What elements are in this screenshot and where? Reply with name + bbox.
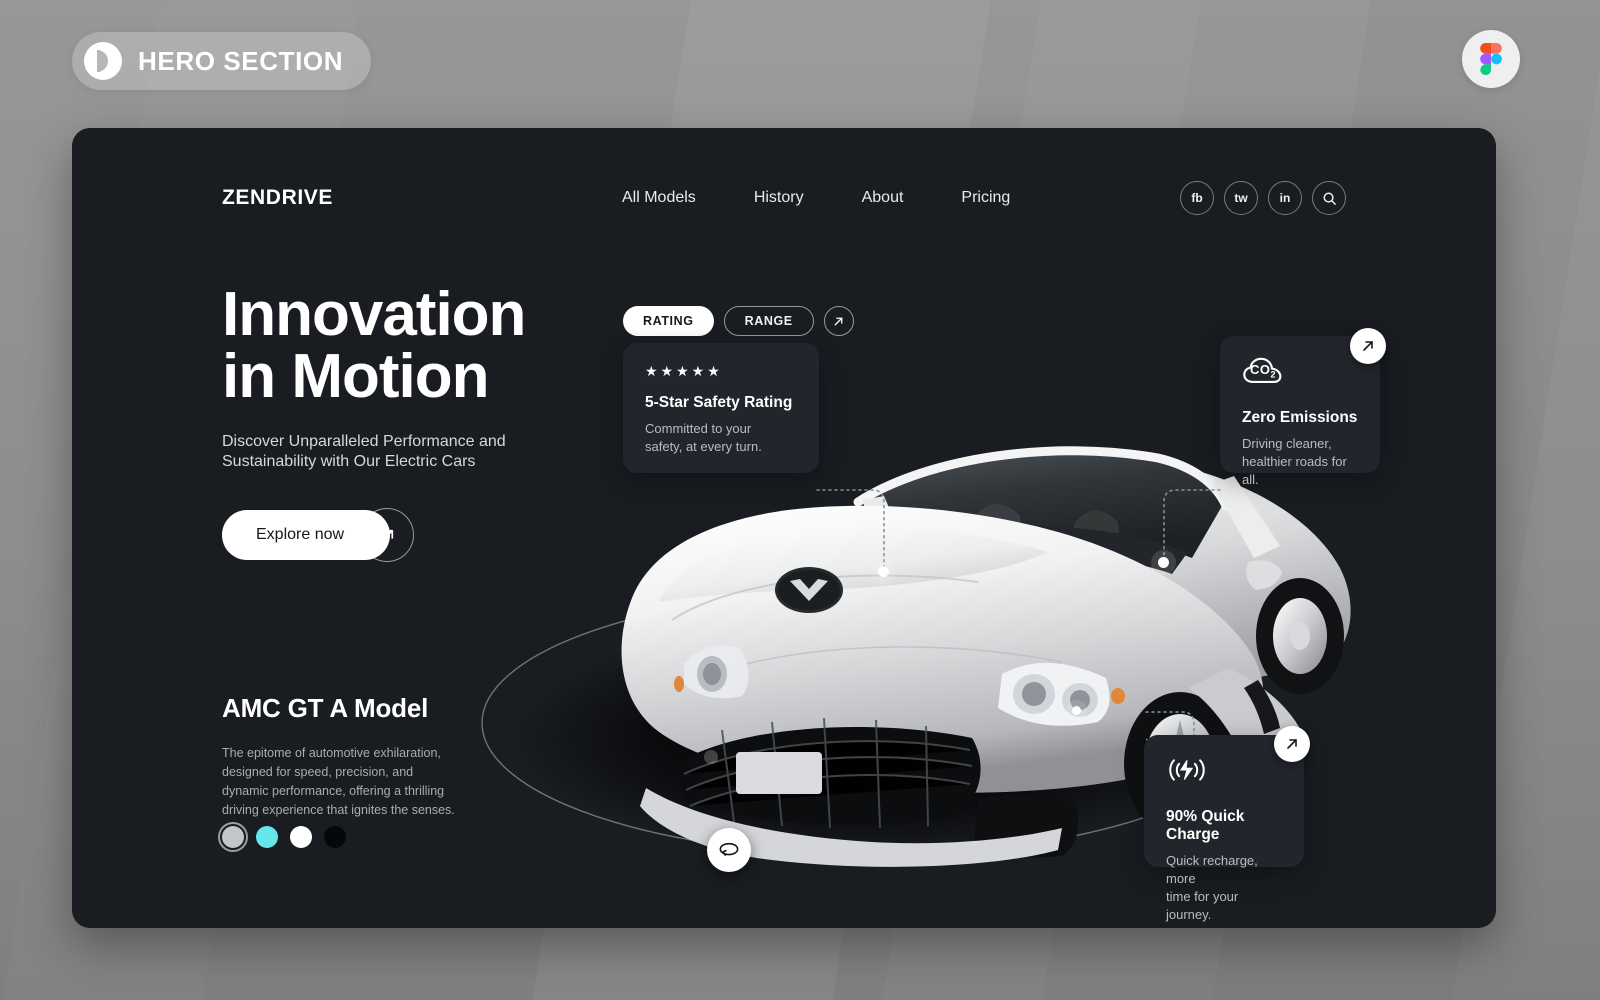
hero-section-badge: HERO SECTION bbox=[72, 32, 372, 90]
card-emissions-title: Zero Emissions bbox=[1242, 409, 1358, 426]
card-safety-rating[interactable]: ★★★★★ 5-Star Safety Rating Committed to … bbox=[623, 343, 819, 473]
hotspot-node-roof[interactable] bbox=[1158, 557, 1169, 568]
card-charge-body-line-2: time for your journey. bbox=[1166, 888, 1239, 922]
search-icon[interactable] bbox=[1312, 181, 1346, 215]
color-swatches bbox=[218, 822, 346, 852]
nav-link-pricing[interactable]: Pricing bbox=[961, 189, 1010, 207]
hero-subtitle: Discover Unparalleled Performance and Su… bbox=[222, 433, 506, 470]
figma-logo-icon[interactable] bbox=[1462, 30, 1520, 88]
card-charge-arrow-button[interactable] bbox=[1274, 726, 1310, 762]
color-swatch-silver[interactable] bbox=[218, 822, 248, 852]
card-safety-title: 5-Star Safety Rating bbox=[645, 394, 793, 411]
nav-links: All Models History About Pricing bbox=[622, 189, 1010, 207]
wireless-charge-bolt-icon bbox=[1166, 755, 1282, 790]
explore-now-label[interactable]: Explore now bbox=[222, 510, 391, 560]
hero-title-line-2: in Motion bbox=[222, 342, 489, 411]
rotate-360-icon[interactable] bbox=[707, 828, 751, 872]
model-name: AMC GT A Model bbox=[222, 693, 429, 723]
toggle-rating[interactable]: RATING bbox=[623, 306, 714, 336]
metric-toggle-group: RATING RANGE bbox=[623, 306, 854, 336]
card-charge-body: Quick recharge, more time for your journ… bbox=[1166, 852, 1282, 924]
explore-now-button[interactable]: Explore now bbox=[222, 508, 415, 562]
toggle-range[interactable]: RANGE bbox=[723, 306, 814, 336]
card-emissions-body-line-1: Driving cleaner, bbox=[1242, 436, 1332, 451]
card-charge-title: 90% Quick Charge bbox=[1166, 808, 1245, 843]
nav-link-about[interactable]: About bbox=[862, 189, 904, 207]
card-emissions-body-line-2: healthier roads for all. bbox=[1242, 453, 1347, 487]
co2-label: CO2 bbox=[1250, 362, 1277, 380]
site-navigation: ZENDRIVE All Models History About Pricin… bbox=[222, 178, 1346, 220]
hero-section-badge-label: HERO SECTION bbox=[138, 45, 344, 76]
twitter-icon[interactable]: tw bbox=[1224, 181, 1258, 215]
card-safety-body-line-1: Committed to your bbox=[645, 421, 752, 436]
model-info: AMC GT A Model The epitome of automotive… bbox=[222, 693, 462, 820]
facebook-icon[interactable]: fb bbox=[1180, 181, 1214, 215]
card-emissions-arrow-button[interactable] bbox=[1350, 328, 1386, 364]
screenshot-stage: HERO SECTION ZENDRIVE All Models History… bbox=[0, 0, 1600, 1000]
brand-logo[interactable]: ZENDRIVE bbox=[222, 186, 333, 210]
five-stars-icon: ★★★★★ bbox=[645, 363, 723, 379]
card-charge-body-line-1: Quick recharge, more bbox=[1166, 853, 1258, 886]
hotspot-node-windshield[interactable] bbox=[878, 566, 889, 577]
hero-panel: ZENDRIVE All Models History About Pricin… bbox=[72, 128, 1496, 928]
nav-actions: fb tw in bbox=[1180, 181, 1346, 215]
card-safety-body-line-2: safety, at every turn. bbox=[645, 438, 762, 454]
color-swatch-black[interactable] bbox=[324, 826, 346, 848]
p-mark-icon bbox=[84, 42, 122, 80]
arrow-up-right-icon[interactable] bbox=[823, 306, 854, 336]
nav-link-all-models[interactable]: All Models bbox=[622, 189, 696, 207]
color-swatch-white[interactable] bbox=[290, 826, 312, 848]
color-swatch-cyan[interactable] bbox=[256, 826, 278, 848]
hero-title-line-1: Innovation bbox=[222, 280, 526, 349]
nav-link-history[interactable]: History bbox=[754, 189, 804, 207]
linkedin-icon[interactable]: in bbox=[1268, 181, 1302, 215]
model-description: The epitome of automotive exhilaration, … bbox=[222, 746, 455, 817]
card-safety-body: Committed to your safety, at every turn. bbox=[645, 420, 797, 456]
card-emissions-body: Driving cleaner, healthier roads for all… bbox=[1242, 435, 1358, 489]
hero-headline: Innovation in Motion bbox=[222, 284, 526, 411]
hotspot-node-wheel[interactable] bbox=[1072, 706, 1081, 715]
